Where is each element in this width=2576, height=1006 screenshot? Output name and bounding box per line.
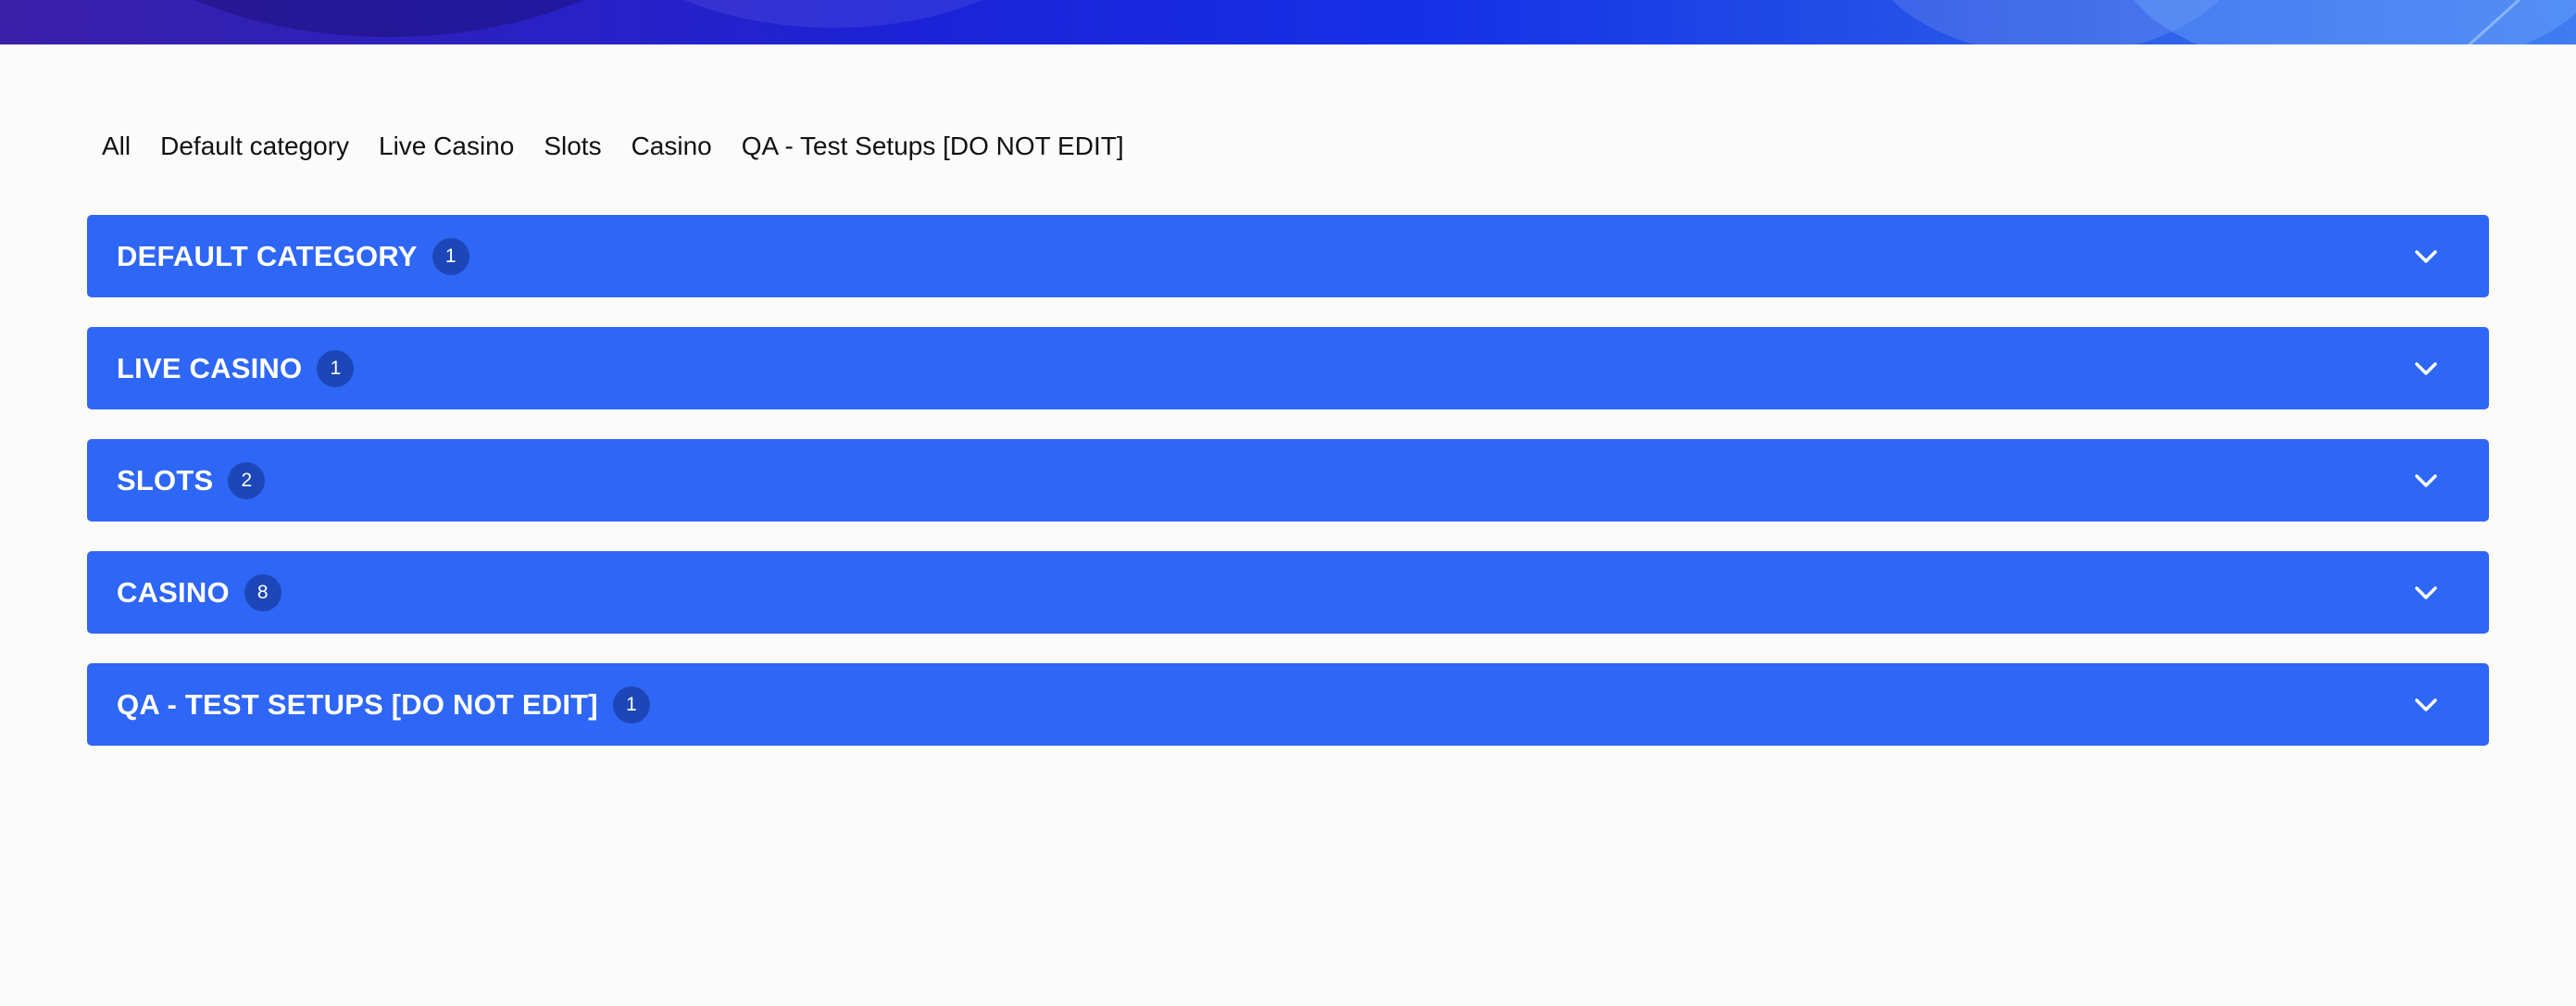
- tab-all[interactable]: All: [87, 125, 145, 168]
- count-badge: 2: [228, 461, 266, 499]
- section-title: SLOTS: [117, 463, 214, 497]
- count-badge: 1: [431, 237, 469, 275]
- section-default-category[interactable]: DEFAULT CATEGORY 1: [87, 215, 2489, 297]
- chevron-down-icon[interactable]: [2411, 690, 2441, 720]
- section-title: CASINO: [117, 575, 230, 609]
- category-tabs: All Default category Live Casino Slots C…: [87, 125, 1139, 168]
- section-live-casino[interactable]: LIVE CASINO 1: [87, 327, 2489, 409]
- tab-slots[interactable]: Slots: [529, 125, 616, 168]
- tab-default-category[interactable]: Default category: [145, 125, 364, 168]
- chevron-down-icon[interactable]: [2411, 242, 2441, 271]
- section-title: DEFAULT CATEGORY: [117, 239, 418, 272]
- tab-live-casino[interactable]: Live Casino: [364, 125, 529, 168]
- section-title: QA - TEST SETUPS [DO NOT EDIT]: [117, 687, 598, 721]
- banner-decoration: [574, 0, 1093, 28]
- tab-qa-test-setups[interactable]: QA - Test Setups [DO NOT EDIT]: [727, 125, 1139, 168]
- count-badge: 1: [612, 685, 650, 723]
- section-casino[interactable]: CASINO 8: [87, 551, 2489, 634]
- section-title: LIVE CASINO: [117, 351, 303, 384]
- chevron-down-icon[interactable]: [2411, 466, 2441, 496]
- count-badge: 8: [244, 573, 281, 611]
- category-sections: DEFAULT CATEGORY 1 LIVE CASINO 1 SLOTS 2…: [87, 215, 2489, 775]
- chevron-down-icon[interactable]: [2411, 578, 2441, 608]
- section-qa-test-setups[interactable]: QA - TEST SETUPS [DO NOT EDIT] 1: [87, 663, 2489, 746]
- chevron-down-icon[interactable]: [2411, 354, 2441, 384]
- count-badge: 1: [317, 349, 355, 387]
- banner-decoration: [65, 0, 713, 37]
- section-slots[interactable]: SLOTS 2: [87, 439, 2489, 522]
- tab-casino[interactable]: Casino: [617, 125, 727, 168]
- header-banner: [0, 0, 2576, 44]
